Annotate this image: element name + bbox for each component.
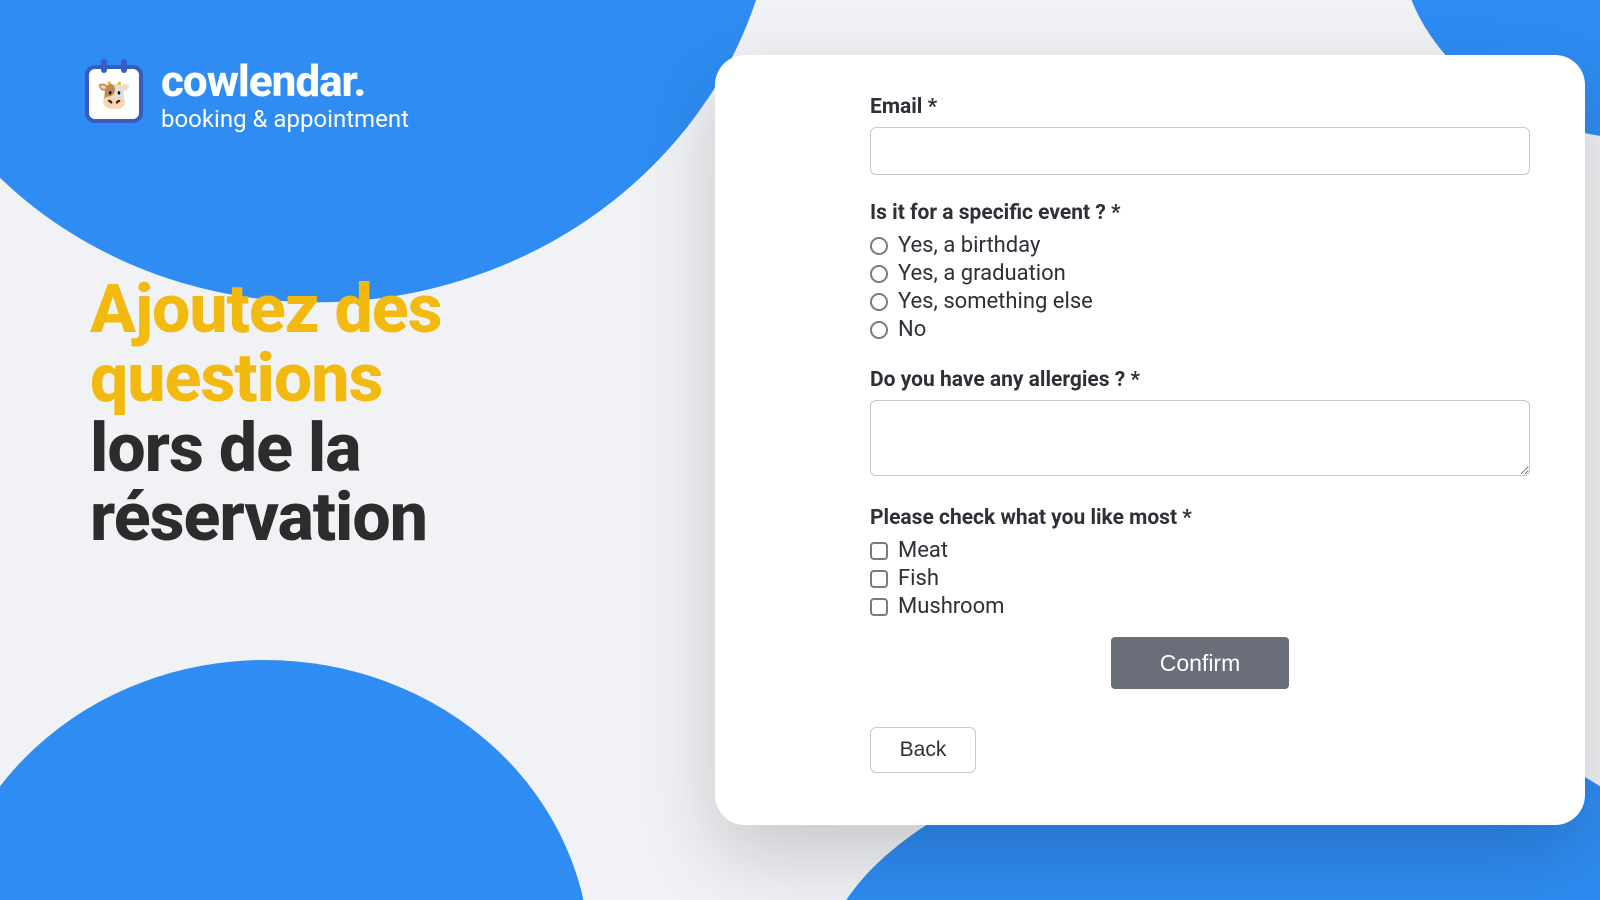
brand-text: cowlendar. booking & appointment — [161, 55, 409, 133]
event-label: Is it for a specific event ? * — [870, 201, 1530, 225]
option-label: No — [898, 317, 926, 342]
event-option-something-else[interactable]: Yes, something else — [870, 289, 1530, 314]
option-label: Yes, a birthday — [898, 233, 1040, 258]
event-option-birthday[interactable]: Yes, a birthday — [870, 233, 1530, 258]
back-button[interactable]: Back — [870, 727, 976, 773]
calendar-cow-icon: 🐮 — [85, 65, 143, 123]
allergies-label: Do you have any allergies ? * — [870, 368, 1530, 392]
likes-group: Please check what you like most * Meat F… — [870, 506, 1530, 619]
headline-line-1: lors de la — [90, 408, 361, 488]
brand-logo: 🐮 cowlendar. booking & appointment — [85, 55, 409, 133]
email-input[interactable] — [870, 127, 1530, 175]
likes-option-mushroom[interactable]: Mushroom — [870, 594, 1530, 619]
event-option-graduation[interactable]: Yes, a graduation — [870, 261, 1530, 286]
brand-tagline: booking & appointment — [161, 105, 409, 133]
brand-title-suffix: lendar. — [238, 55, 366, 107]
option-label: Yes, a graduation — [898, 261, 1066, 286]
option-label: Meat — [898, 538, 948, 563]
radio-icon — [870, 293, 888, 311]
decor-blob-bottom-left — [0, 660, 590, 900]
booking-form-card: Email * Is it for a specific event ? * Y… — [715, 55, 1585, 825]
event-option-no[interactable]: No — [870, 317, 1530, 342]
radio-icon — [870, 321, 888, 339]
likes-option-fish[interactable]: Fish — [870, 566, 1530, 591]
cow-face-icon: 🐮 — [97, 78, 132, 111]
checkbox-icon — [870, 570, 888, 588]
option-label: Mushroom — [898, 594, 1004, 619]
checkbox-icon — [870, 542, 888, 560]
checkbox-icon — [870, 598, 888, 616]
radio-icon — [870, 237, 888, 255]
confirm-button[interactable]: Confirm — [1111, 637, 1289, 689]
event-group: Is it for a specific event ? * Yes, a bi… — [870, 201, 1530, 342]
allergies-group: Do you have any allergies ? * — [870, 368, 1530, 480]
option-label: Fish — [898, 566, 939, 591]
radio-icon — [870, 265, 888, 283]
headline-highlight: Ajoutez des questions — [90, 269, 442, 418]
brand-title-prefix: cow — [161, 55, 238, 107]
option-label: Yes, something else — [898, 289, 1093, 314]
likes-label: Please check what you like most * — [870, 506, 1530, 530]
allergies-textarea[interactable] — [870, 400, 1530, 476]
email-label: Email * — [870, 95, 1530, 119]
email-group: Email * — [870, 95, 1530, 175]
likes-option-meat[interactable]: Meat — [870, 538, 1530, 563]
marketing-headline: Ajoutez des questions lors de la réserva… — [90, 275, 590, 552]
booking-form: Email * Is it for a specific event ? * Y… — [870, 95, 1530, 773]
brand-title: cowlendar. — [161, 55, 409, 107]
headline-line-2: réservation — [90, 477, 427, 557]
